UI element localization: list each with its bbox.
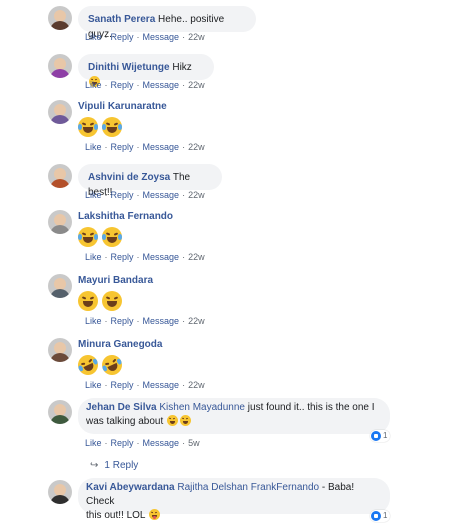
emoji-content — [78, 227, 126, 249]
reaction-count: 1 — [383, 431, 388, 440]
like-link[interactable]: Like — [85, 252, 102, 262]
commenter-name[interactable]: Mayuri Bandara — [78, 275, 153, 286]
message-link[interactable]: Message — [143, 438, 180, 448]
tears-of-joy-icon — [180, 415, 192, 426]
like-link[interactable]: Like — [85, 80, 102, 90]
tears-of-joy-icon — [78, 117, 98, 137]
tears-of-joy-icon — [78, 227, 98, 247]
commenter-name[interactable]: Kavi Abeywardana — [86, 482, 175, 493]
avatar[interactable] — [48, 338, 72, 362]
emoji-content — [78, 291, 126, 313]
timestamp[interactable]: 22w — [188, 142, 205, 152]
timestamp[interactable]: 22w — [188, 80, 205, 90]
comment-thread: Sanath Perera Hehe.. positive guyz.. Lik… — [0, 0, 452, 522]
like-reaction-icon — [371, 510, 381, 521]
tears-of-joy-icon — [102, 227, 122, 247]
commenter-name[interactable]: Sanath Perera — [88, 14, 155, 25]
reaction-summary[interactable]: 1 — [370, 430, 391, 442]
avatar[interactable] — [48, 210, 72, 234]
message-link[interactable]: Message — [143, 32, 180, 42]
comment-bubble: Sanath Perera Hehe.. positive guyz.. — [78, 6, 256, 40]
view-replies-link[interactable]: ↪ 1 Reply — [90, 460, 138, 471]
comment-actions: Like · Reply · Message · 22w — [85, 142, 205, 152]
reply-link[interactable]: Reply — [111, 252, 134, 262]
emoji-content — [78, 117, 126, 139]
message-link[interactable]: Message — [143, 190, 180, 200]
like-link[interactable]: Like — [85, 32, 102, 42]
reply-link[interactable]: Reply — [111, 32, 134, 42]
like-link[interactable]: Like — [85, 438, 102, 448]
emoji-content — [74, 351, 126, 379]
reply-link[interactable]: Reply — [111, 316, 134, 326]
reply-link[interactable]: Reply — [111, 190, 134, 200]
commenter-name[interactable]: Dinithi Wijetunge — [88, 62, 170, 73]
timestamp[interactable]: 22w — [188, 316, 205, 326]
avatar[interactable] — [48, 400, 72, 424]
message-link[interactable]: Message — [143, 142, 180, 152]
comment-actions: Like · Reply · Message · 22w — [85, 316, 205, 326]
rolling-laughing-icon — [98, 351, 126, 379]
reply-link[interactable]: Reply — [111, 80, 134, 90]
message-link[interactable]: Message — [143, 80, 180, 90]
laughing-icon — [78, 291, 98, 311]
tears-of-joy-icon — [102, 117, 122, 137]
replies-count[interactable]: 1 Reply — [104, 460, 138, 471]
comment-bubble: Kavi Abeywardana Rajitha Delshan FrankFe… — [78, 478, 390, 521]
reply-link[interactable]: Reply — [111, 380, 134, 390]
comment-bubble: Ashvini de Zoysa The best!! — [78, 164, 222, 198]
like-link[interactable]: Like — [85, 380, 102, 390]
winking-tongue-icon — [148, 509, 160, 520]
timestamp[interactable]: 22w — [188, 190, 205, 200]
message-link[interactable]: Message — [143, 380, 180, 390]
avatar[interactable] — [48, 274, 72, 298]
avatar[interactable] — [48, 480, 72, 504]
reaction-summary[interactable]: 1 — [370, 510, 391, 522]
timestamp[interactable]: 22w — [188, 380, 205, 390]
comment-text-line2: this out!! LOL — [86, 510, 146, 521]
timestamp[interactable]: 22w — [188, 252, 205, 262]
commenter-name[interactable]: Ashvini de Zoysa — [88, 172, 170, 183]
avatar[interactable] — [48, 54, 72, 78]
like-link[interactable]: Like — [85, 190, 102, 200]
commenter-name[interactable]: Lakshitha Fernando — [78, 211, 173, 222]
comment-text-line1: just found it.. this is the one I — [247, 402, 375, 413]
comment-bubble: Dinithi Wijetunge Hikz — [78, 54, 214, 87]
comment-actions: Like · Reply · Message · 22w — [85, 252, 205, 262]
tears-of-joy-icon — [167, 415, 179, 426]
avatar[interactable] — [48, 6, 72, 30]
reply-arrow-icon: ↪ — [90, 460, 99, 471]
message-link[interactable]: Message — [143, 252, 180, 262]
message-link[interactable]: Message — [143, 316, 180, 326]
mention-link[interactable]: Kishen Mayadunne — [159, 402, 245, 413]
timestamp[interactable]: 5w — [188, 438, 200, 448]
timestamp[interactable]: 22w — [188, 32, 205, 42]
comment-actions: Like · Reply · Message · 22w — [85, 80, 205, 90]
comment-bubble: Jehan De Silva Kishen Mayadunne just fou… — [78, 398, 390, 434]
commenter-name[interactable]: Vipuli Karunaratne — [78, 101, 167, 112]
reaction-count: 1 — [383, 511, 388, 520]
rolling-laughing-icon — [74, 351, 102, 379]
comment-actions: Like · Reply · Message · 22w — [85, 190, 205, 200]
comment-actions: Like · Reply · Message · 22w — [85, 32, 205, 42]
comment-actions: Like · Reply · Message · 22w — [85, 380, 205, 390]
commenter-name[interactable]: Jehan De Silva — [86, 402, 157, 413]
avatar[interactable] — [48, 164, 72, 188]
like-link[interactable]: Like — [85, 316, 102, 326]
reply-link[interactable]: Reply — [111, 142, 134, 152]
comment-text: Hikz — [172, 62, 192, 73]
avatar[interactable] — [48, 100, 72, 124]
laughing-icon — [102, 291, 122, 311]
like-link[interactable]: Like — [85, 142, 102, 152]
like-reaction-icon — [371, 430, 381, 441]
comment-text-line2: was talking about — [86, 416, 164, 427]
comment-actions: Like · Reply · Message · 5w — [85, 438, 200, 448]
reply-link[interactable]: Reply — [111, 438, 134, 448]
mention-link[interactable]: Rajitha Delshan FrankFernando — [177, 482, 319, 493]
commenter-name[interactable]: Minura Ganegoda — [78, 339, 162, 350]
